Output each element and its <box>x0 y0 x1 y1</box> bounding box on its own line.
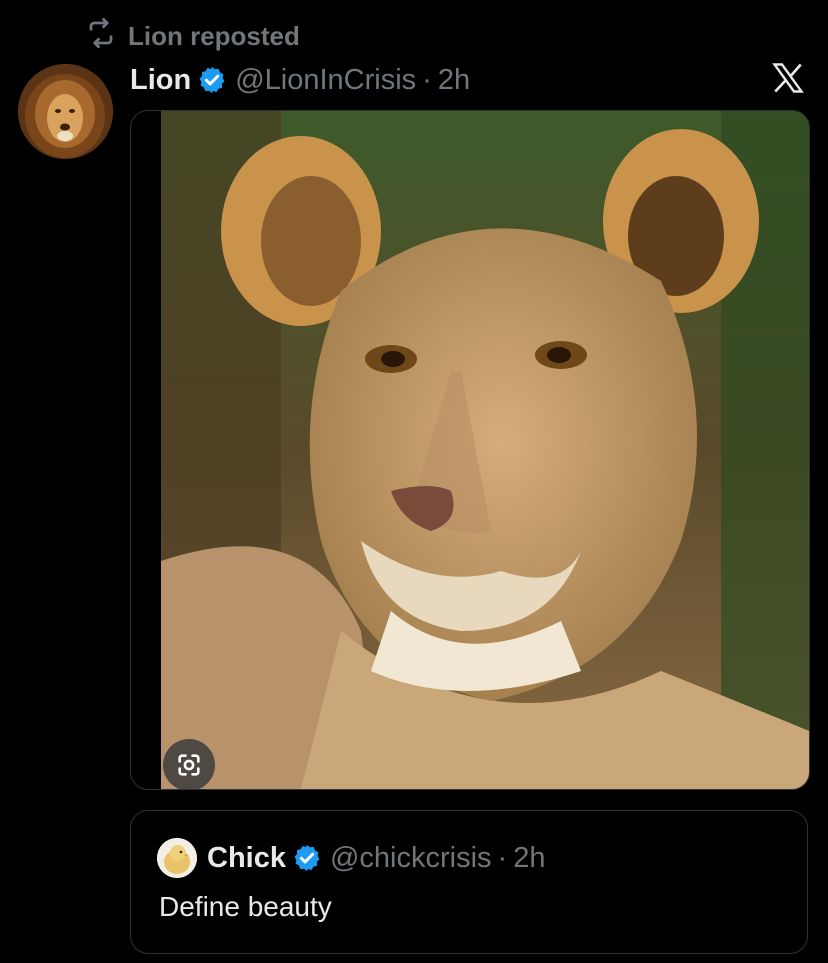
lens-search-button[interactable] <box>163 739 215 789</box>
quote-author-handle[interactable]: @chickcrisis <box>330 842 492 875</box>
chick-avatar[interactable] <box>157 838 197 878</box>
repost-indicator[interactable]: Lion reposted <box>86 17 300 55</box>
lens-search-icon <box>178 754 200 776</box>
author-name[interactable]: Lion <box>130 64 191 97</box>
quote-header: Chick @chickcrisis · 2h <box>157 837 545 879</box>
chick-avatar-image <box>157 838 197 878</box>
x-logo-icon[interactable] <box>770 60 806 96</box>
post-media[interactable] <box>130 110 810 790</box>
repost-label: Lion reposted <box>128 21 300 51</box>
quote-text: Define beauty <box>159 891 332 922</box>
quote-time[interactable]: 2h <box>513 842 545 875</box>
post-time[interactable]: 2h <box>438 64 470 97</box>
repost-icon <box>86 17 116 55</box>
author-avatar[interactable] <box>18 64 113 159</box>
verified-badge-icon <box>199 66 225 94</box>
author-handle[interactable]: @LionInCrisis <box>235 64 416 97</box>
verified-badge-icon <box>294 844 320 872</box>
quoted-post[interactable]: Chick @chickcrisis · 2h Define beauty <box>130 810 808 954</box>
lioness-photo <box>161 111 809 789</box>
quote-author-name[interactable]: Chick <box>207 842 286 875</box>
lion-avatar-image <box>18 64 113 159</box>
separator-dot: · <box>422 63 432 96</box>
separator-dot: · <box>497 841 508 874</box>
post-header: Lion @LionInCrisis · 2h <box>130 58 798 102</box>
